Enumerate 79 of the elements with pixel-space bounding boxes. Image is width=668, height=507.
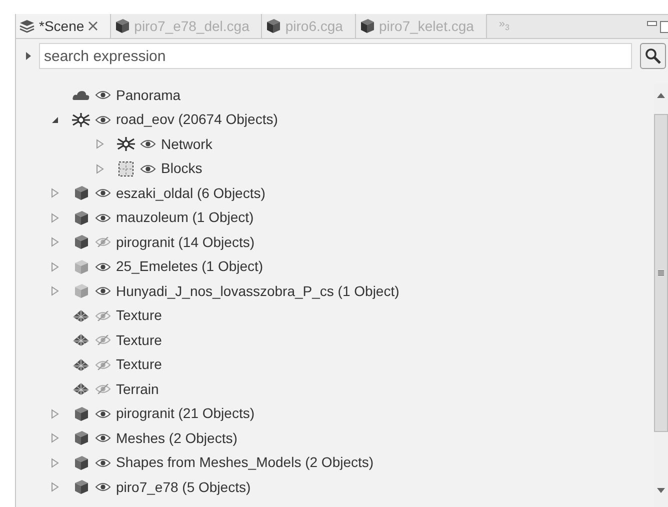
collapsed-arrow-icon[interactable] bbox=[51, 458, 59, 468]
collapsed-arrow-icon[interactable] bbox=[51, 286, 59, 296]
tree-item[interactable]: pirogranit (14 Objects) bbox=[116, 232, 255, 253]
tree-item[interactable]: Texture bbox=[116, 354, 162, 376]
tree-item[interactable]: mauzoleum (1 Object) bbox=[116, 207, 254, 228]
grip-icon bbox=[658, 270, 664, 276]
cube-icon bbox=[73, 234, 89, 250]
terrain-mesh-icon bbox=[72, 308, 90, 323]
blocks-icon bbox=[118, 160, 134, 177]
tree-item[interactable]: pirogranit (21 Objects) bbox=[116, 403, 255, 424]
cube-icon bbox=[265, 18, 282, 34]
eye-crossed-icon[interactable] bbox=[95, 310, 111, 321]
eye-icon[interactable] bbox=[95, 286, 111, 296]
maximize-icon[interactable] bbox=[660, 21, 668, 33]
tree-item[interactable]: Texture bbox=[116, 330, 162, 351]
network-icon bbox=[116, 136, 136, 152]
cube-icon bbox=[73, 454, 89, 471]
cube-icon bbox=[73, 283, 89, 300]
eye-icon[interactable] bbox=[140, 164, 156, 174]
eye-icon[interactable] bbox=[95, 433, 111, 444]
collapsed-arrow-icon[interactable] bbox=[96, 164, 104, 174]
eye-crossed-icon[interactable] bbox=[95, 335, 111, 346]
cube-icon bbox=[73, 430, 89, 446]
expanded-arrow-icon[interactable] bbox=[51, 114, 59, 125]
eye-icon[interactable] bbox=[95, 482, 111, 492]
tree-item[interactable]: Shapes from Meshes_Models (2 Objects) bbox=[116, 452, 374, 474]
collapsed-arrow-icon[interactable] bbox=[51, 408, 59, 419]
eye-icon[interactable] bbox=[95, 212, 111, 223]
expand-arrow-icon[interactable] bbox=[26, 52, 31, 60]
cube-icon bbox=[114, 18, 130, 34]
collapsed-arrow-icon[interactable] bbox=[51, 188, 59, 198]
search-button[interactable] bbox=[640, 43, 666, 69]
terrain-mesh-icon bbox=[72, 333, 90, 348]
tree-item[interactable]: Network bbox=[161, 134, 212, 155]
eye-icon[interactable] bbox=[95, 408, 111, 419]
terrain-mesh-icon bbox=[72, 382, 90, 396]
collapsed-arrow-icon[interactable] bbox=[51, 482, 59, 492]
cube-icon bbox=[73, 479, 89, 496]
collapsed-arrow-icon[interactable] bbox=[96, 139, 104, 150]
collapsed-arrow-icon[interactable] bbox=[51, 212, 59, 223]
minimize-icon[interactable] bbox=[647, 21, 657, 26]
cube-icon bbox=[73, 185, 89, 202]
tree-item[interactable]: Panorama bbox=[116, 84, 181, 106]
tree-item[interactable]: Meshes (2 Objects) bbox=[116, 428, 238, 449]
cube-icon bbox=[358, 18, 375, 34]
cube-icon bbox=[73, 406, 89, 422]
search-field[interactable]: search expression bbox=[39, 43, 632, 69]
layers-icon bbox=[19, 19, 35, 33]
cube-icon bbox=[73, 210, 89, 226]
scroll-down-icon[interactable] bbox=[657, 488, 665, 493]
search-icon bbox=[645, 48, 661, 64]
collapsed-arrow-icon[interactable] bbox=[51, 237, 59, 248]
eye-icon[interactable] bbox=[95, 114, 111, 125]
tree-item[interactable]: Hunyadi_J_nos_lovasszobra_P_cs (1 Object) bbox=[116, 280, 400, 302]
eye-icon[interactable] bbox=[140, 139, 156, 150]
tree-item[interactable]: piro7_e78 (5 Objects) bbox=[116, 476, 251, 498]
tree-item[interactable]: Blocks bbox=[161, 158, 202, 180]
eye-icon[interactable] bbox=[95, 458, 111, 468]
collapsed-arrow-icon[interactable] bbox=[51, 433, 59, 444]
tree-item[interactable]: Texture bbox=[116, 305, 162, 326]
tree-item[interactable]: road_eov (20674 Objects) bbox=[116, 109, 278, 130]
eye-crossed-icon[interactable] bbox=[95, 360, 111, 370]
tree-item[interactable]: 25_Emeletes (1 Object) bbox=[116, 256, 264, 278]
close-icon[interactable] bbox=[88, 21, 98, 31]
scroll-thumb[interactable] bbox=[654, 114, 668, 432]
eye-crossed-icon[interactable] bbox=[95, 237, 111, 248]
tab[interactable]: *Scene bbox=[16, 14, 112, 38]
cloud-icon bbox=[72, 90, 90, 100]
eye-icon[interactable] bbox=[95, 188, 111, 198]
terrain-mesh-icon bbox=[72, 358, 90, 372]
tree-item[interactable]: eszaki_oldal (6 Objects) bbox=[116, 182, 266, 204]
eye-icon[interactable] bbox=[95, 90, 111, 100]
tree-item[interactable]: Terrain bbox=[116, 378, 159, 400]
cube-icon bbox=[73, 258, 89, 275]
eye-crossed-icon[interactable] bbox=[95, 384, 111, 394]
collapsed-arrow-icon[interactable] bbox=[51, 262, 59, 272]
eye-icon[interactable] bbox=[95, 262, 111, 272]
scroll-up-icon[interactable] bbox=[657, 93, 665, 98]
network-icon bbox=[71, 112, 91, 128]
